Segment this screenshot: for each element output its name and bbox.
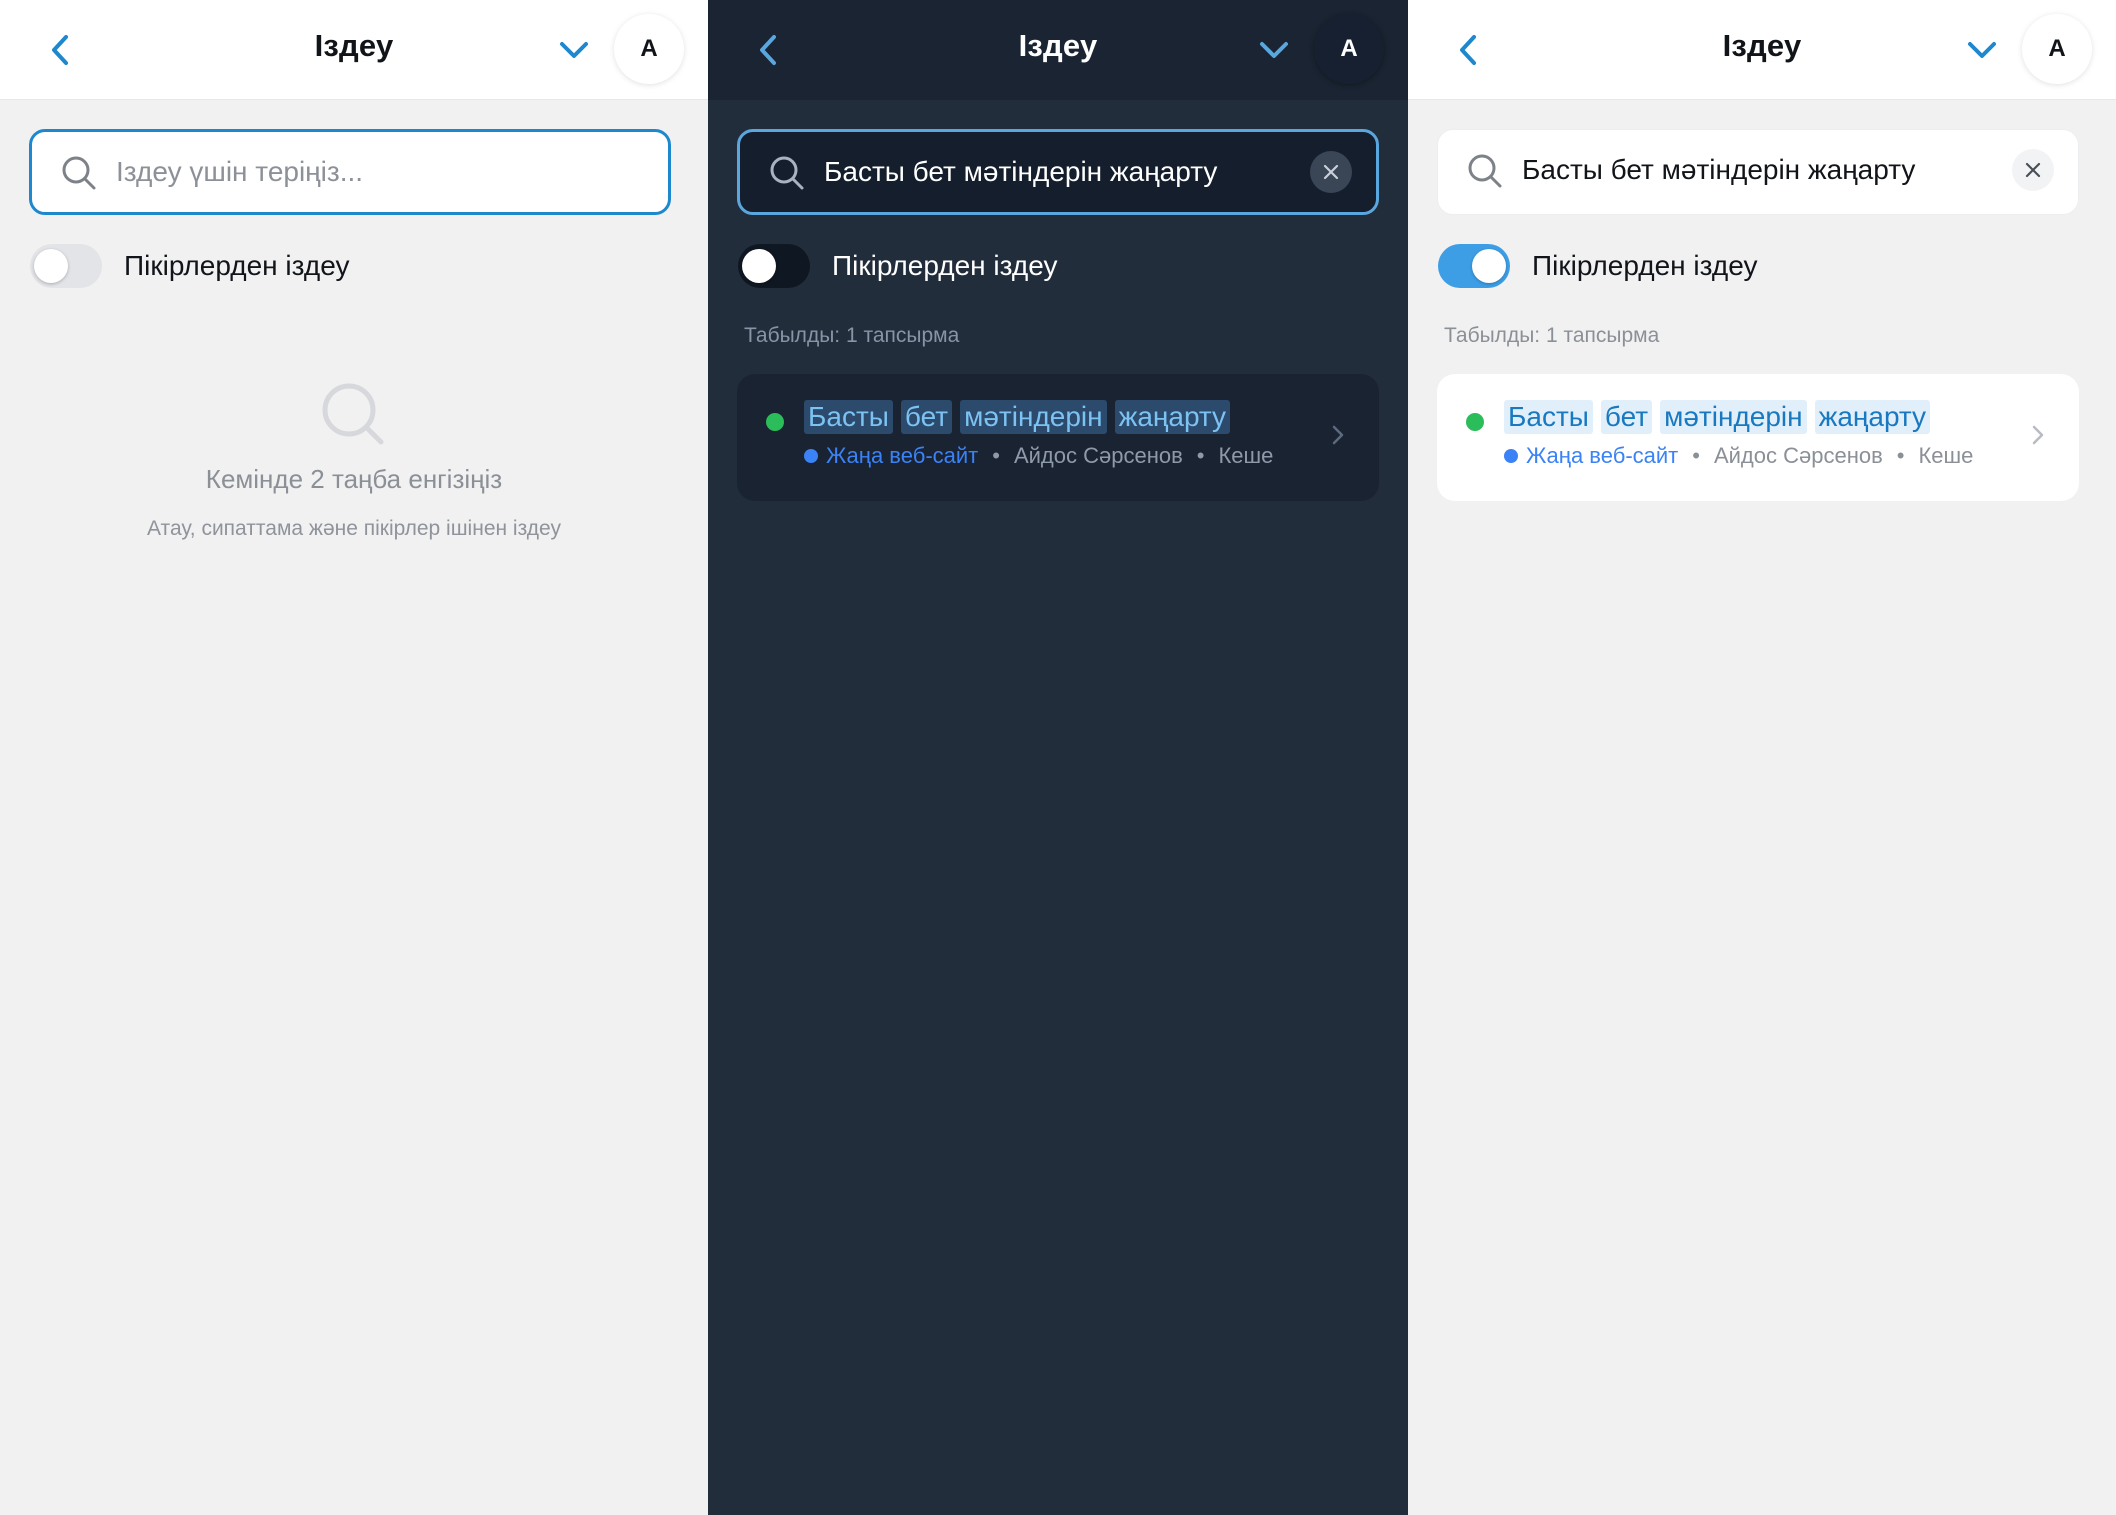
meta-separator: • <box>1692 443 1700 468</box>
search-comments-row: Пікірлерден іздеу <box>1438 243 1757 289</box>
filter-dropdown-button[interactable] <box>552 28 596 72</box>
toggle-label: Пікірлерден іздеу <box>1532 250 1758 281</box>
filter-dropdown-button[interactable] <box>1252 28 1296 72</box>
search-comments-row: Пікірлерден іздеу <box>738 243 1057 289</box>
close-icon <box>2025 162 2041 178</box>
project-color-dot <box>1504 449 1518 463</box>
task-result-card[interactable]: Басты бет мәтіндерін жаңарту Жаңа веб-са… <box>1437 374 2079 501</box>
chevron-down-icon <box>1260 42 1288 58</box>
highlighted-word: Басты <box>804 400 893 434</box>
search-field <box>737 129 1379 215</box>
search-screen-empty: Іздеу A Пікірлерден іздеу Кемінде 2 таңб… <box>0 0 708 1515</box>
meta-separator: • <box>992 443 1000 468</box>
task-result-card[interactable]: Басты бет мәтіндерін жаңарту Жаңа веб-са… <box>737 374 1379 501</box>
search-icon <box>1468 154 1502 188</box>
highlighted-word: бет <box>1600 400 1653 434</box>
avatar[interactable]: A <box>614 14 684 84</box>
top-bar: Іздеу A <box>708 0 1408 100</box>
toggle-label: Пікірлерден іздеу <box>832 250 1058 281</box>
search-comments-row: Пікірлерден іздеу <box>30 243 349 289</box>
search-icon <box>770 156 804 190</box>
empty-state-title: Кемінде 2 таңба енгізіңіз <box>205 464 503 494</box>
avatar[interactable]: A <box>2022 14 2092 84</box>
chevron-down-icon <box>1968 42 1996 58</box>
highlighted-word: бет <box>900 400 953 434</box>
chevron-right-icon <box>2032 425 2044 445</box>
avatar[interactable]: A <box>1314 14 1384 84</box>
task-meta: Жаңа веб-сайт • Айдос Сәрсенов • Кеше <box>804 443 1273 469</box>
top-bar: Іздеу A <box>1408 0 2116 100</box>
search-icon <box>322 383 384 445</box>
clear-search-button[interactable] <box>1310 151 1352 193</box>
search-icon <box>62 156 96 190</box>
search-comments-toggle[interactable] <box>738 244 810 288</box>
clear-search-button[interactable] <box>2012 149 2054 191</box>
search-input[interactable] <box>1522 130 1992 210</box>
task-title: Басты бет мәтіндерін жаңарту <box>804 400 1231 434</box>
project-name: Жаңа веб-сайт <box>826 443 979 468</box>
assignee-name: Айдос Сәрсенов <box>1713 443 1883 468</box>
empty-state: Кемінде 2 таңба енгізіңіз Атау, сипаттам… <box>0 380 708 541</box>
search-input[interactable] <box>824 132 1294 212</box>
page-title: Іздеу <box>1018 28 1098 63</box>
meta-separator: • <box>1196 443 1205 468</box>
highlighted-word: жаңарту <box>1114 400 1231 434</box>
highlighted-word: мәтіндерін <box>960 400 1107 434</box>
assignee-name: Айдос Сәрсенов <box>1013 443 1183 468</box>
search-input[interactable] <box>116 132 586 212</box>
status-dot <box>1466 413 1484 431</box>
task-meta: Жаңа веб-сайт • Айдос Сәрсенов • Кеше <box>1504 443 1973 469</box>
results-count: Табылды: 1 тапсырма <box>744 324 960 347</box>
project-color-dot <box>804 449 818 463</box>
task-date: Кеше <box>1218 443 1274 468</box>
results-count: Табылды: 1 тапсырма <box>1444 324 1660 347</box>
page-title: Іздеу <box>314 28 394 63</box>
highlighted-word: жаңарту <box>1814 400 1931 434</box>
search-field <box>29 129 671 215</box>
status-dot <box>766 413 784 431</box>
top-bar: Іздеу A <box>0 0 708 100</box>
page-title: Іздеу <box>1722 28 1802 63</box>
task-title: Басты бет мәтіндерін жаңарту <box>1504 400 1931 434</box>
close-icon <box>1323 164 1339 180</box>
toggle-knob <box>34 249 68 283</box>
search-screen-dark: Іздеу A Пікірлерден іздеу Табылды: 1 тап… <box>708 0 1408 1515</box>
chevron-down-icon <box>560 42 588 58</box>
highlighted-word: Басты <box>1504 400 1593 434</box>
toggle-knob <box>1472 249 1506 283</box>
search-screen-light-results: Іздеу A Пікірлерден іздеу Табылды: 1 тап… <box>1408 0 2116 1515</box>
meta-separator: • <box>1896 443 1905 468</box>
search-field <box>1437 129 2079 215</box>
toggle-knob <box>742 249 776 283</box>
highlighted-word: мәтіндерін <box>1660 400 1807 434</box>
empty-state-subtitle: Атау, сипаттама және пікірлер ішінен ізд… <box>147 517 561 540</box>
toggle-label: Пікірлерден іздеу <box>124 250 350 281</box>
search-comments-toggle[interactable] <box>1438 244 1510 288</box>
chevron-right-icon <box>1332 425 1344 445</box>
search-comments-toggle[interactable] <box>30 244 102 288</box>
task-date: Кеше <box>1918 443 1974 468</box>
filter-dropdown-button[interactable] <box>1960 28 2004 72</box>
project-name: Жаңа веб-сайт <box>1526 443 1679 468</box>
